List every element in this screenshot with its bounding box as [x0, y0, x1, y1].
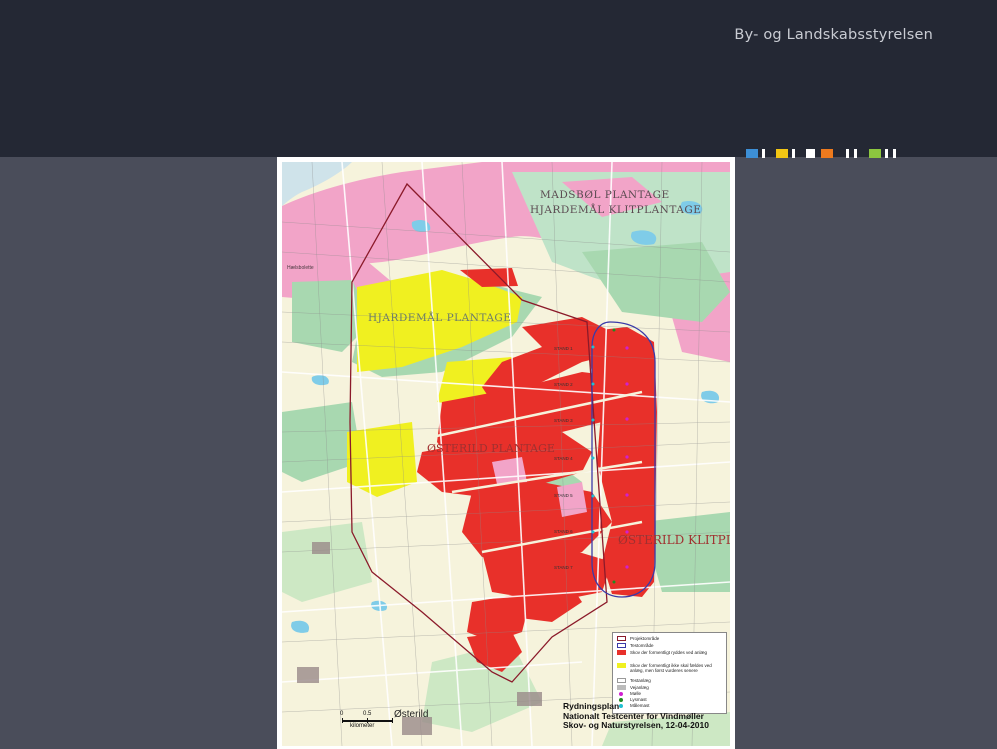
stand-label: STAND 4 — [554, 456, 573, 461]
scale-unit: kilometer — [350, 723, 375, 729]
brand-bar — [854, 149, 857, 158]
label-osterild-plantage: ØSTERILD PLANTAGE — [427, 442, 555, 455]
stand-label: STAND 6 — [554, 529, 573, 534]
brand-square-blue — [746, 149, 758, 158]
legend-swatch — [617, 650, 626, 655]
header-bar: By- og Landskabsstyrelsen — [0, 0, 997, 158]
label-osterild-klitplantage: ØSTERILD KLITPLANTAGE — [618, 533, 730, 547]
label-madsbol-plantage: MADSBØL PLANTAGE — [540, 189, 670, 201]
brand-square-green — [869, 149, 881, 158]
brand-color-strip — [746, 149, 896, 158]
brand-square-orange — [821, 149, 833, 158]
legend-item: Testområde — [617, 642, 654, 649]
map-title-block: Rydningsplan Nationalt Testcenter for Vi… — [563, 701, 709, 731]
map-image-frame: MADSBØL PLANTAGE HJARDEMÅL KLITPLANTAGE … — [277, 157, 735, 749]
legend-label: Projektområde — [630, 636, 660, 641]
brand-square-yellow — [776, 149, 788, 158]
clearing-plan-map: MADSBØL PLANTAGE HJARDEMÅL KLITPLANTAGE … — [282, 162, 730, 746]
stand-label: STAND 7 — [554, 565, 573, 570]
stand-label: STAND 2 — [554, 382, 573, 387]
brand-bar — [792, 149, 795, 158]
brand-bar — [885, 149, 888, 158]
legend-swatch — [617, 663, 626, 668]
brand-bar — [846, 149, 849, 158]
legend-swatch — [619, 691, 623, 696]
label-haelsbolette: Hælsbolette — [287, 265, 314, 271]
brand-bar — [762, 149, 765, 158]
legend-label: Testområde — [630, 643, 654, 648]
legend-swatch — [619, 697, 623, 702]
brand-square-white — [806, 149, 815, 158]
legend-item: Skov der formentligt ikke skal fældes ve… — [617, 663, 722, 675]
legend-swatch — [617, 678, 626, 683]
legend-item: Skov der formentligt ryddes ved anlæg — [617, 650, 720, 660]
stand-label: STAND 3 — [554, 418, 573, 423]
legend-item: Testanlæg — [617, 677, 651, 684]
label-hjardemal-klitplantage: HJARDEMÅL KLITPLANTAGE — [530, 204, 702, 216]
stand-label: STAND 5 — [554, 493, 573, 498]
scale-zero: 0 — [340, 711, 344, 717]
label-hjardemal-plantage: HJARDEMÅL PLANTAGE — [368, 312, 512, 324]
stand-label: STAND 1 — [554, 346, 573, 351]
legend-label: Skov der formentligt ryddes ved anlæg — [630, 650, 708, 655]
brand-bar — [893, 149, 896, 158]
legend-swatch — [617, 636, 626, 641]
organization-name: By- og Landskabsstyrelsen — [734, 27, 933, 43]
scale-bar: 0 0.5 kilometer — [340, 711, 402, 730]
map-title-line: Skov- og Naturstyrelsen, 12-04-2010 — [563, 720, 709, 730]
legend-label: Skov der formentligt ikke skal fældes ve… — [630, 663, 712, 673]
scale-mid: 0.5 — [363, 711, 372, 717]
legend-swatch — [617, 643, 626, 648]
legend-label: Testanlæg — [630, 678, 651, 683]
legend-item: Projektområde — [617, 635, 659, 642]
